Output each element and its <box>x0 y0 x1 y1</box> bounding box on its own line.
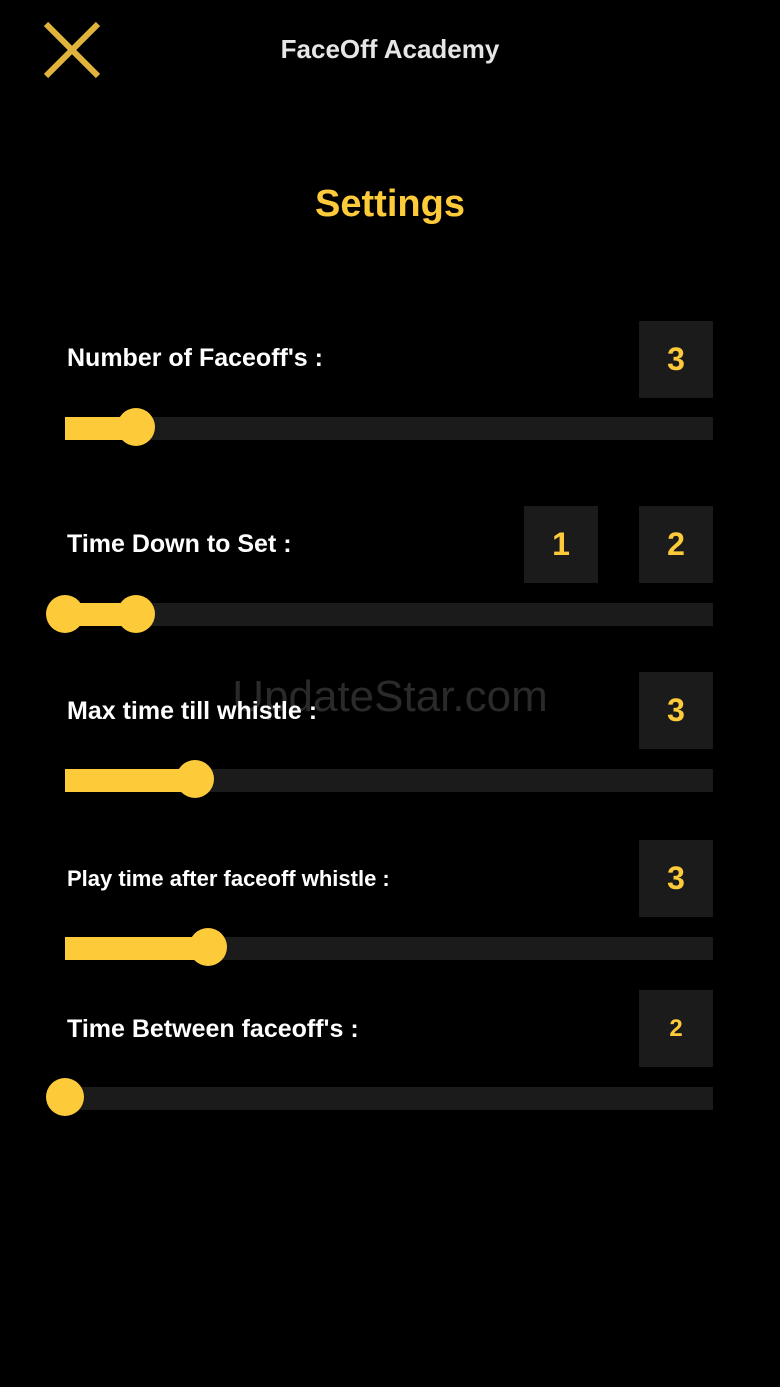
slider-track[interactable] <box>65 1087 713 1110</box>
value-box-min: 1 <box>524 506 598 583</box>
value-box: 3 <box>639 672 713 749</box>
value-box-max: 2 <box>639 506 713 583</box>
setting-label: Number of Faceoff's : <box>67 344 323 372</box>
value-box: 3 <box>639 840 713 917</box>
slider-thumb-max[interactable] <box>117 595 156 633</box>
setting-label: Time Down to Set : <box>67 530 292 558</box>
slider-thumb[interactable] <box>117 408 156 446</box>
setting-label: Max time till whistle : <box>67 697 318 725</box>
slider-thumb-min[interactable] <box>46 595 84 633</box>
page-title: Settings <box>315 183 465 225</box>
app-title: FaceOff Academy <box>280 34 500 64</box>
slider-track[interactable] <box>65 417 713 440</box>
slider-thumb[interactable] <box>188 928 227 966</box>
slider-thumb[interactable] <box>175 760 214 798</box>
slider-fill <box>65 937 208 960</box>
value-box: 2 <box>639 990 713 1067</box>
value-box: 3 <box>639 321 713 398</box>
setting-label: Play time after faceoff whistle : <box>67 866 390 891</box>
slider-track[interactable] <box>65 603 713 626</box>
setting-label: Time Between faceoff's : <box>67 1015 359 1043</box>
slider-thumb[interactable] <box>46 1078 84 1116</box>
